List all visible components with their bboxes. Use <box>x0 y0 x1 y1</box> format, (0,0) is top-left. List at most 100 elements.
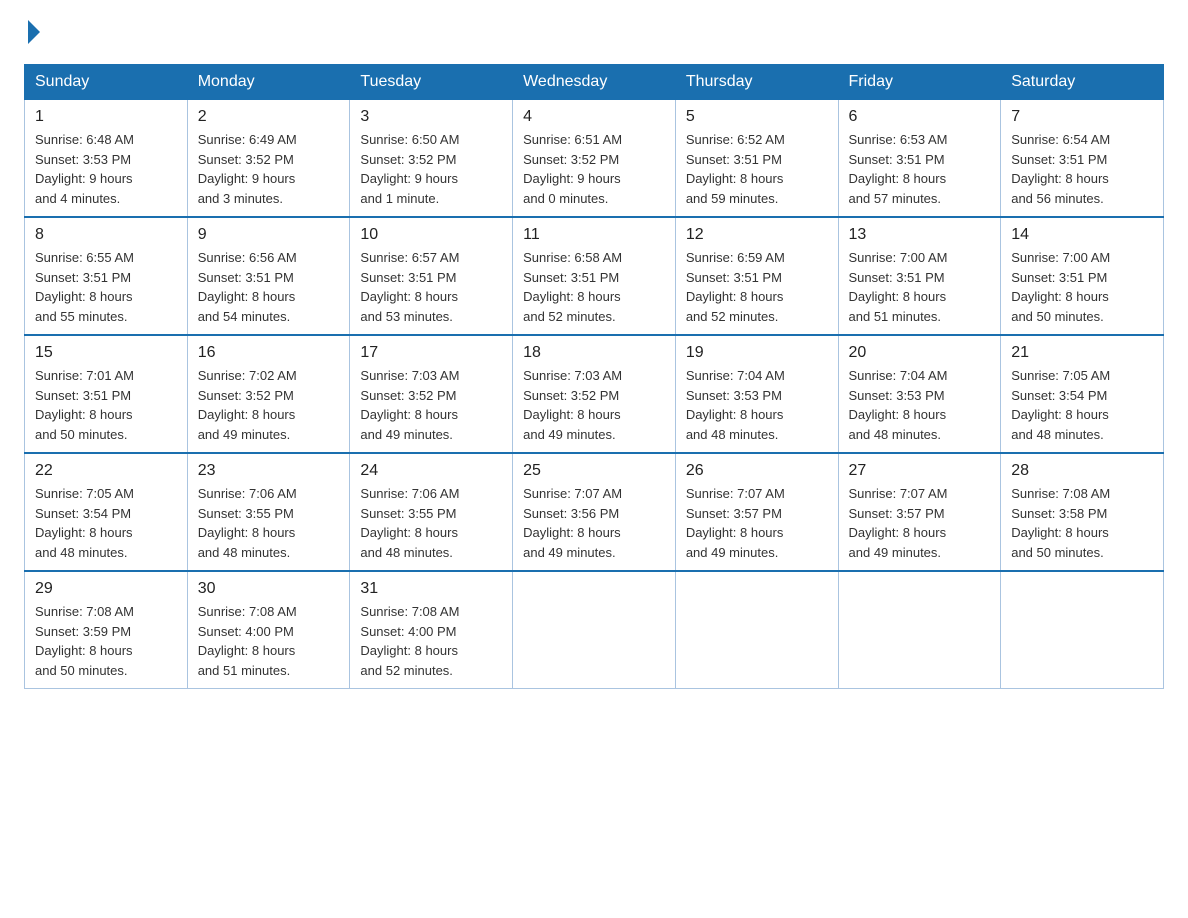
day-info: Sunrise: 7:03 AMSunset: 3:52 PMDaylight:… <box>523 366 665 444</box>
day-number: 28 <box>1011 462 1153 480</box>
calendar-cell: 15 Sunrise: 7:01 AMSunset: 3:51 PMDaylig… <box>25 335 188 453</box>
day-info: Sunrise: 6:50 AMSunset: 3:52 PMDaylight:… <box>360 130 502 208</box>
day-number: 13 <box>849 226 991 244</box>
day-info: Sunrise: 7:04 AMSunset: 3:53 PMDaylight:… <box>686 366 828 444</box>
day-number: 16 <box>198 344 340 362</box>
day-number: 3 <box>360 108 502 126</box>
day-number: 12 <box>686 226 828 244</box>
calendar-cell: 30 Sunrise: 7:08 AMSunset: 4:00 PMDaylig… <box>187 571 350 689</box>
day-info: Sunrise: 7:01 AMSunset: 3:51 PMDaylight:… <box>35 366 177 444</box>
day-info: Sunrise: 7:07 AMSunset: 3:57 PMDaylight:… <box>849 484 991 562</box>
day-info: Sunrise: 7:03 AMSunset: 3:52 PMDaylight:… <box>360 366 502 444</box>
calendar-cell: 1 Sunrise: 6:48 AMSunset: 3:53 PMDayligh… <box>25 100 188 218</box>
day-number: 11 <box>523 226 665 244</box>
day-number: 29 <box>35 580 177 598</box>
calendar-cell: 22 Sunrise: 7:05 AMSunset: 3:54 PMDaylig… <box>25 453 188 571</box>
day-number: 6 <box>849 108 991 126</box>
calendar-cell: 27 Sunrise: 7:07 AMSunset: 3:57 PMDaylig… <box>838 453 1001 571</box>
day-number: 1 <box>35 108 177 126</box>
day-info: Sunrise: 7:05 AMSunset: 3:54 PMDaylight:… <box>1011 366 1153 444</box>
day-number: 2 <box>198 108 340 126</box>
day-info: Sunrise: 7:00 AMSunset: 3:51 PMDaylight:… <box>1011 248 1153 326</box>
day-info: Sunrise: 6:59 AMSunset: 3:51 PMDaylight:… <box>686 248 828 326</box>
page-header <box>24 24 1164 44</box>
calendar-cell: 17 Sunrise: 7:03 AMSunset: 3:52 PMDaylig… <box>350 335 513 453</box>
day-number: 14 <box>1011 226 1153 244</box>
calendar-cell <box>513 571 676 689</box>
calendar-cell: 16 Sunrise: 7:02 AMSunset: 3:52 PMDaylig… <box>187 335 350 453</box>
calendar-header-saturday: Saturday <box>1001 65 1164 100</box>
calendar-header-monday: Monday <box>187 65 350 100</box>
day-number: 7 <box>1011 108 1153 126</box>
calendar-cell: 18 Sunrise: 7:03 AMSunset: 3:52 PMDaylig… <box>513 335 676 453</box>
day-number: 8 <box>35 226 177 244</box>
calendar-cell: 9 Sunrise: 6:56 AMSunset: 3:51 PMDayligh… <box>187 217 350 335</box>
day-info: Sunrise: 6:58 AMSunset: 3:51 PMDaylight:… <box>523 248 665 326</box>
day-number: 27 <box>849 462 991 480</box>
day-number: 31 <box>360 580 502 598</box>
day-info: Sunrise: 6:55 AMSunset: 3:51 PMDaylight:… <box>35 248 177 326</box>
calendar-cell: 4 Sunrise: 6:51 AMSunset: 3:52 PMDayligh… <box>513 100 676 218</box>
calendar-cell <box>1001 571 1164 689</box>
day-info: Sunrise: 6:52 AMSunset: 3:51 PMDaylight:… <box>686 130 828 208</box>
calendar-cell: 29 Sunrise: 7:08 AMSunset: 3:59 PMDaylig… <box>25 571 188 689</box>
calendar-cell: 25 Sunrise: 7:07 AMSunset: 3:56 PMDaylig… <box>513 453 676 571</box>
day-number: 17 <box>360 344 502 362</box>
calendar-cell: 5 Sunrise: 6:52 AMSunset: 3:51 PMDayligh… <box>675 100 838 218</box>
day-number: 20 <box>849 344 991 362</box>
day-number: 24 <box>360 462 502 480</box>
day-number: 26 <box>686 462 828 480</box>
logo <box>24 24 40 44</box>
day-number: 15 <box>35 344 177 362</box>
calendar-cell: 11 Sunrise: 6:58 AMSunset: 3:51 PMDaylig… <box>513 217 676 335</box>
day-info: Sunrise: 7:06 AMSunset: 3:55 PMDaylight:… <box>198 484 340 562</box>
logo-arrow-icon <box>28 20 40 44</box>
calendar-cell <box>838 571 1001 689</box>
calendar-cell: 23 Sunrise: 7:06 AMSunset: 3:55 PMDaylig… <box>187 453 350 571</box>
calendar-cell: 14 Sunrise: 7:00 AMSunset: 3:51 PMDaylig… <box>1001 217 1164 335</box>
day-number: 5 <box>686 108 828 126</box>
calendar-week-row: 15 Sunrise: 7:01 AMSunset: 3:51 PMDaylig… <box>25 335 1164 453</box>
calendar-cell: 10 Sunrise: 6:57 AMSunset: 3:51 PMDaylig… <box>350 217 513 335</box>
calendar-cell: 28 Sunrise: 7:08 AMSunset: 3:58 PMDaylig… <box>1001 453 1164 571</box>
calendar-cell: 31 Sunrise: 7:08 AMSunset: 4:00 PMDaylig… <box>350 571 513 689</box>
calendar-header-thursday: Thursday <box>675 65 838 100</box>
day-number: 19 <box>686 344 828 362</box>
calendar-cell: 24 Sunrise: 7:06 AMSunset: 3:55 PMDaylig… <box>350 453 513 571</box>
calendar-cell: 12 Sunrise: 6:59 AMSunset: 3:51 PMDaylig… <box>675 217 838 335</box>
calendar-cell: 7 Sunrise: 6:54 AMSunset: 3:51 PMDayligh… <box>1001 100 1164 218</box>
day-info: Sunrise: 6:51 AMSunset: 3:52 PMDaylight:… <box>523 130 665 208</box>
day-info: Sunrise: 7:02 AMSunset: 3:52 PMDaylight:… <box>198 366 340 444</box>
calendar-table: SundayMondayTuesdayWednesdayThursdayFrid… <box>24 64 1164 689</box>
calendar-cell: 26 Sunrise: 7:07 AMSunset: 3:57 PMDaylig… <box>675 453 838 571</box>
day-info: Sunrise: 6:54 AMSunset: 3:51 PMDaylight:… <box>1011 130 1153 208</box>
calendar-week-row: 1 Sunrise: 6:48 AMSunset: 3:53 PMDayligh… <box>25 100 1164 218</box>
calendar-header-sunday: Sunday <box>25 65 188 100</box>
day-number: 10 <box>360 226 502 244</box>
calendar-week-row: 8 Sunrise: 6:55 AMSunset: 3:51 PMDayligh… <box>25 217 1164 335</box>
day-info: Sunrise: 7:06 AMSunset: 3:55 PMDaylight:… <box>360 484 502 562</box>
calendar-week-row: 22 Sunrise: 7:05 AMSunset: 3:54 PMDaylig… <box>25 453 1164 571</box>
day-info: Sunrise: 6:48 AMSunset: 3:53 PMDaylight:… <box>35 130 177 208</box>
calendar-cell: 19 Sunrise: 7:04 AMSunset: 3:53 PMDaylig… <box>675 335 838 453</box>
day-number: 18 <box>523 344 665 362</box>
calendar-week-row: 29 Sunrise: 7:08 AMSunset: 3:59 PMDaylig… <box>25 571 1164 689</box>
day-info: Sunrise: 6:53 AMSunset: 3:51 PMDaylight:… <box>849 130 991 208</box>
day-number: 25 <box>523 462 665 480</box>
calendar-cell: 21 Sunrise: 7:05 AMSunset: 3:54 PMDaylig… <box>1001 335 1164 453</box>
calendar-cell: 8 Sunrise: 6:55 AMSunset: 3:51 PMDayligh… <box>25 217 188 335</box>
day-info: Sunrise: 7:04 AMSunset: 3:53 PMDaylight:… <box>849 366 991 444</box>
day-info: Sunrise: 7:07 AMSunset: 3:57 PMDaylight:… <box>686 484 828 562</box>
day-number: 4 <box>523 108 665 126</box>
calendar-cell: 13 Sunrise: 7:00 AMSunset: 3:51 PMDaylig… <box>838 217 1001 335</box>
calendar-cell: 3 Sunrise: 6:50 AMSunset: 3:52 PMDayligh… <box>350 100 513 218</box>
day-info: Sunrise: 6:57 AMSunset: 3:51 PMDaylight:… <box>360 248 502 326</box>
day-number: 21 <box>1011 344 1153 362</box>
calendar-cell: 20 Sunrise: 7:04 AMSunset: 3:53 PMDaylig… <box>838 335 1001 453</box>
day-info: Sunrise: 7:08 AMSunset: 4:00 PMDaylight:… <box>198 602 340 680</box>
day-info: Sunrise: 7:08 AMSunset: 4:00 PMDaylight:… <box>360 602 502 680</box>
calendar-header-friday: Friday <box>838 65 1001 100</box>
day-info: Sunrise: 6:56 AMSunset: 3:51 PMDaylight:… <box>198 248 340 326</box>
day-info: Sunrise: 7:00 AMSunset: 3:51 PMDaylight:… <box>849 248 991 326</box>
day-info: Sunrise: 7:05 AMSunset: 3:54 PMDaylight:… <box>35 484 177 562</box>
